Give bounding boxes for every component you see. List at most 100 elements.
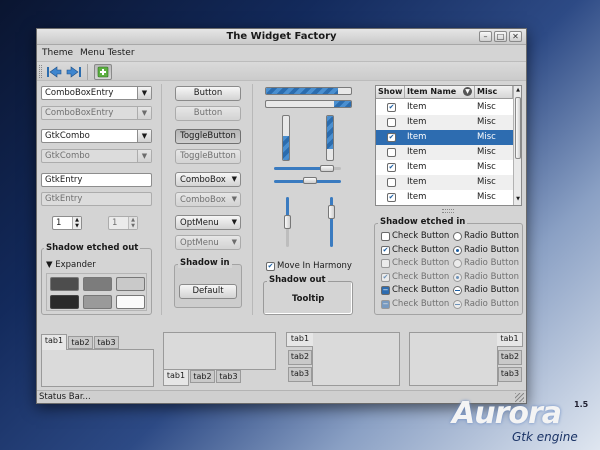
combobox-entry-disabled-text: ComboBoxEntry: [45, 108, 114, 118]
check-button-label: Check Button: [392, 271, 450, 282]
check-button-label: Check Button: [392, 298, 450, 309]
tab-tab1[interactable]: tab1: [497, 332, 523, 347]
scroll-up-icon[interactable]: ▲: [515, 87, 521, 93]
scroll-down-icon[interactable]: ▼: [515, 196, 521, 202]
progress-fill: [266, 88, 339, 94]
maximize-button[interactable]: □: [494, 31, 507, 42]
aurora-logo: Aurora Gtk engine 1.5: [452, 396, 588, 444]
menu-theme[interactable]: Theme: [42, 46, 73, 60]
status-text: Status Bar...: [39, 392, 91, 402]
option-menu[interactable]: OptMenu ▼: [175, 215, 241, 230]
gtk-entry[interactable]: GtkEntry: [41, 173, 152, 187]
swatch[interactable]: [83, 295, 112, 309]
radio-button: [453, 299, 462, 309]
tree-header-misc[interactable]: Misc: [475, 86, 513, 99]
toggle-button[interactable]: ToggleButton: [175, 129, 241, 144]
tab-tab3[interactable]: tab3: [288, 367, 312, 382]
row-misc: Misc: [477, 102, 496, 112]
frame-label: Shadow out: [267, 275, 328, 285]
tab-tab2[interactable]: tab2: [68, 336, 93, 349]
add-icon[interactable]: [94, 64, 112, 80]
chevron-down-icon[interactable]: ▼: [137, 87, 151, 99]
swatch[interactable]: [116, 295, 145, 309]
row-show-checkbox[interactable]: [387, 148, 396, 157]
tab-tab1[interactable]: tab1: [163, 370, 189, 386]
combobox-entry-text: ComboBoxEntry: [45, 88, 114, 98]
notebook-bottom-tabs: [163, 332, 276, 370]
gtk-entry-disabled-text: GtkEntry: [45, 194, 83, 204]
toolbar-grip[interactable]: [39, 65, 42, 78]
swatch[interactable]: [116, 277, 145, 291]
menu-tester[interactable]: Menu Tester: [80, 46, 135, 60]
tab-tab1[interactable]: tab1: [41, 334, 67, 350]
title-bar[interactable]: The Widget Factory – □ ✕: [37, 29, 526, 45]
radio-button[interactable]: [453, 286, 462, 295]
swatch[interactable]: [50, 295, 79, 309]
window-title: The Widget Factory: [226, 31, 337, 42]
check-button[interactable]: −: [381, 286, 390, 295]
tree-row[interactable]: Item Misc: [376, 115, 513, 130]
row-show-checkbox[interactable]: ✔: [387, 103, 396, 112]
minimize-button[interactable]: –: [479, 31, 492, 42]
close-button[interactable]: ✕: [509, 31, 522, 42]
slider-thumb[interactable]: [328, 205, 335, 219]
row-show-checkbox[interactable]: [387, 118, 396, 127]
notebook-right-tabs: [409, 332, 498, 386]
pane-grip[interactable]: [442, 209, 454, 213]
row-show-checkbox[interactable]: ✔: [387, 163, 396, 172]
tree-row[interactable]: Item Misc: [376, 145, 513, 160]
spin-button[interactable]: 1 ▲ ▼: [52, 216, 82, 230]
spin-value: 1: [56, 218, 62, 228]
default-button[interactable]: Default: [179, 284, 237, 299]
tree-row[interactable]: ✔ Item Misc: [376, 190, 513, 205]
radio-button: [453, 272, 462, 282]
radio-button-label: Radio Button: [464, 231, 520, 241]
slider-thumb[interactable]: [284, 215, 291, 229]
tab-tab2[interactable]: tab2: [498, 350, 522, 365]
move-in-harmony-checkbox[interactable]: ✔: [266, 262, 275, 271]
combobox-disabled: ComboBox ▼: [175, 192, 241, 207]
gtk-combo[interactable]: GtkCombo ▼: [41, 129, 152, 143]
row-show-checkbox[interactable]: [387, 178, 396, 187]
chevron-down-icon[interactable]: ▼: [137, 130, 151, 142]
move-in-harmony-label: Move In Harmony: [277, 261, 352, 271]
chevron-down-icon: ▼: [137, 107, 151, 119]
swatch[interactable]: [50, 277, 79, 291]
vertical-scrollbar[interactable]: ▲ ▼: [513, 86, 521, 205]
row-show-checkbox[interactable]: ✔: [387, 193, 396, 202]
check-button[interactable]: [381, 232, 390, 241]
check-button[interactable]: ✔: [381, 245, 390, 255]
back-arrow-icon[interactable]: [45, 64, 63, 80]
progress-bar-horizontal: [265, 87, 352, 95]
tab-tab3[interactable]: tab3: [94, 336, 119, 349]
tree-header-show[interactable]: Show: [376, 86, 405, 99]
scrollbar-thumb[interactable]: [515, 97, 521, 159]
spin-arrows-icon[interactable]: ▲ ▼: [72, 217, 81, 229]
tree-row[interactable]: Item Misc: [376, 175, 513, 190]
radio-button[interactable]: [453, 245, 462, 255]
tree-row[interactable]: ✔ Item Misc: [376, 130, 513, 145]
expander[interactable]: ▼ Expander: [46, 260, 96, 270]
slider-thumb[interactable]: [303, 177, 317, 184]
tooltip-button[interactable]: Tooltip: [292, 294, 324, 304]
notebook-left-tabs: [312, 332, 400, 386]
check-button-label: Check Button: [392, 231, 450, 241]
tab-tab2[interactable]: tab2: [288, 350, 312, 365]
tab-tab1[interactable]: tab1: [286, 332, 313, 347]
slider-thumb[interactable]: [320, 165, 334, 172]
tab-tab2[interactable]: tab2: [190, 370, 215, 383]
radio-button[interactable]: [453, 232, 462, 241]
combobox[interactable]: ComboBox ▼: [175, 172, 241, 187]
row-show-checkbox[interactable]: ✔: [387, 133, 396, 142]
combobox-entry[interactable]: ComboBoxEntry ▼: [41, 86, 152, 100]
tab-tab3[interactable]: tab3: [216, 370, 241, 383]
tree-row[interactable]: ✔ Item Misc: [376, 100, 513, 115]
expander-arrow-icon[interactable]: ▼: [46, 260, 53, 270]
button[interactable]: Button: [175, 86, 241, 101]
forward-arrow-icon[interactable]: [65, 64, 83, 80]
swatch[interactable]: [83, 277, 112, 291]
tree-row[interactable]: ✔ Item Misc: [376, 160, 513, 175]
tree-header-item-name[interactable]: Item Name ▼: [405, 86, 475, 99]
tab-tab3[interactable]: tab3: [498, 367, 522, 382]
progress-fill: [334, 101, 351, 107]
